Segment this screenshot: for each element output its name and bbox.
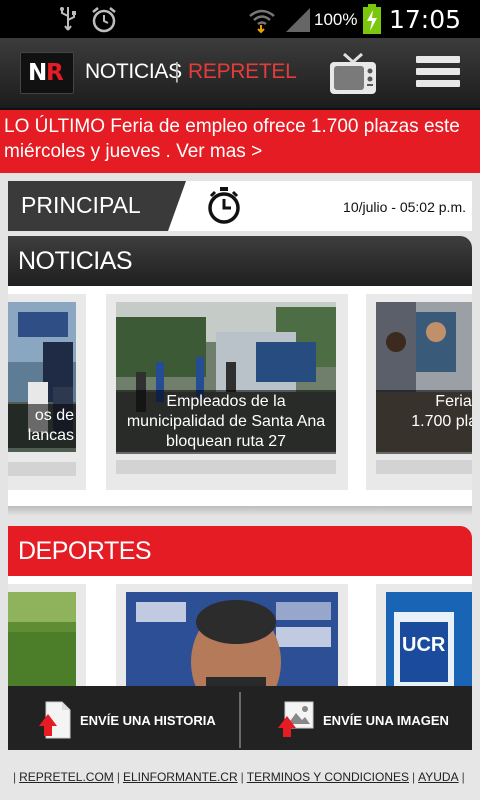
footer-pipe: | [116,770,120,784]
send-story-label: ENVÍE UNA HISTORIA [80,713,216,728]
battery-percent: 100% [314,10,358,29]
footer-link-terminos[interactable]: TERMINOS Y CONDICIONES [247,770,409,784]
brand-title: NOTICIAS [85,60,182,83]
breaking-news-ticker[interactable]: LO ÚLTIMO Feria de empleo ofrece 1.700 p… [0,110,480,173]
news-meta-bar [8,462,76,476]
footer-link-elinformante[interactable]: ELINFORMANTE.CR [123,770,238,784]
news-caption: Feria de 1.700 plaza y [376,390,472,454]
clock-icon [208,187,240,224]
noticias-heading: NOTICIAS [18,247,133,275]
news-caption: Empleados de la municipalidad de Santa A… [116,390,336,454]
usb-icon [60,7,76,31]
battery-charging-icon [363,4,381,34]
sports-photo [126,592,338,686]
news-card[interactable]: Feria de 1.700 plaza y [366,294,472,490]
section-shadow [8,506,472,516]
sports-card[interactable] [8,584,86,686]
news-meta-bar [116,460,336,474]
sports-caption: UCR [402,634,446,656]
menu-icon[interactable] [416,56,460,94]
send-story-button[interactable]: ENVÍE UNA HISTORIA [8,686,239,750]
app-screen: 100% 17:05 N R NOTICIAS | REPRETEL LO ÚL… [0,0,480,800]
principal-tab-notch [168,181,186,231]
tab-principal[interactable]: PRINCIPAL [8,181,168,231]
sports-card[interactable]: UCR [376,584,472,686]
news-caption: os de lancas [8,404,76,448]
brand-subtitle: REPRETEL [188,60,297,83]
footer-pipe: | [412,770,416,784]
clock-time: 17:05 [389,5,462,34]
footer-pipe: | [13,770,17,784]
send-image-button[interactable]: ENVÍE UNA IMAGEN [241,686,472,750]
logo-letter-r: R [46,60,64,86]
footer: | REPRETEL.COM | ELINFORMANTE.CR | TERMINOS Y… [0,750,480,800]
image-upload-icon [278,701,314,737]
footer-pipe: | [240,770,244,784]
principal-label: PRINCIPAL [21,192,141,218]
deportes-heading: DEPORTES [18,537,152,565]
wifi-icon [249,9,275,34]
principal-date: 10/julio - 05:02 p.m. [343,199,466,215]
footer-link-repretel[interactable]: REPRETEL.COM [19,770,114,784]
footer-links: | REPRETEL.COM | ELINFORMANTE.CR | TERMINOS Y… [10,770,468,784]
action-bar: ENVÍE UNA HISTORIA ENVÍE UNA IMAGEN [8,686,472,750]
sports-card[interactable] [116,584,348,686]
sports-photo [8,592,76,686]
section-header-deportes[interactable]: DEPORTES [8,526,472,576]
deportes-carousel[interactable]: UCR [8,576,472,686]
logo-letter-n: N [28,60,48,86]
alarm-icon [92,7,116,33]
brand-separator: | [174,58,180,83]
noticias-carousel[interactable]: os de lancas Empleados de la municipalid… [8,286,472,506]
app-header: N R NOTICIAS | REPRETEL [0,38,480,110]
status-bar: 100% 17:05 [0,0,480,38]
news-card[interactable]: Empleados de la municipalidad de Santa A… [106,294,348,490]
news-card[interactable]: os de lancas [8,294,86,490]
footer-link-ayuda[interactable]: AYUDA [418,770,458,784]
logo[interactable]: N R [20,52,74,94]
section-header-noticias[interactable]: NOTICIAS [8,236,472,286]
footer-pipe: | [461,770,465,784]
signal-icon [286,8,310,32]
document-upload-icon [39,701,71,739]
principal-bar: PRINCIPAL 10/julio - 05:02 p.m. [8,181,472,231]
tv-icon[interactable] [328,52,378,96]
ticker-text: LO ÚLTIMO Feria de empleo ofrece 1.700 p… [4,116,460,162]
send-image-label: ENVÍE UNA IMAGEN [323,713,449,728]
news-meta-bar [376,460,472,474]
